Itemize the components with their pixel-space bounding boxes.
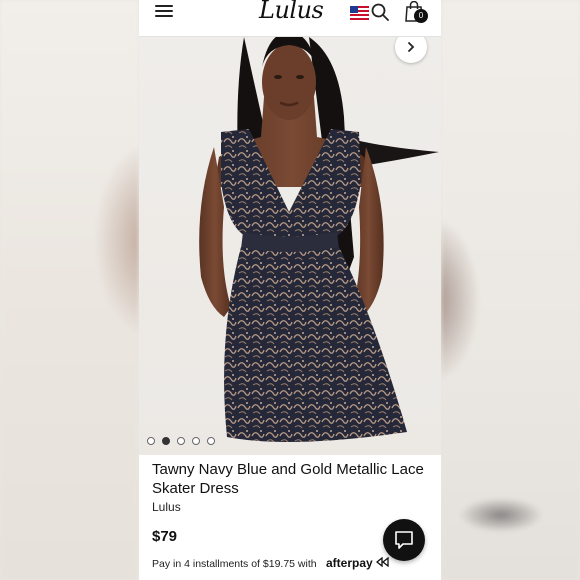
product-price: $79 — [152, 528, 178, 545]
chat-bubble-icon — [395, 531, 413, 549]
carousel-dot-active[interactable] — [162, 437, 170, 445]
search-icon[interactable] — [371, 3, 389, 21]
carousel-dot[interactable] — [192, 437, 200, 445]
top-navigation-bar: Lulus 0 — [139, 0, 441, 37]
product-brand[interactable]: Lulus — [152, 500, 181, 514]
chevron-right-icon — [408, 42, 415, 52]
us-flag-icon[interactable] — [350, 6, 369, 20]
chat-button[interactable] — [383, 519, 425, 561]
background-right — [441, 0, 580, 580]
product-title: Tawny Navy Blue and Gold Metallic Lace S… — [152, 461, 424, 497]
next-image-button[interactable] — [395, 37, 427, 63]
afterpay-logo[interactable]: afterpay — [326, 556, 389, 570]
menu-icon[interactable] — [155, 4, 173, 18]
cart-count-badge[interactable]: 0 — [414, 9, 428, 23]
installments-text: Pay in 4 installments of $19.75 with — [152, 558, 317, 570]
carousel-dot[interactable] — [147, 437, 155, 445]
product-image[interactable] — [139, 37, 441, 455]
lulus-logo[interactable]: Lulus — [259, 0, 325, 24]
afterpay-label: afterpay — [326, 556, 373, 570]
product-page: Lulus 0 Tawny Navy Blue and Gold Metalli… — [139, 0, 441, 580]
background-left — [0, 0, 139, 580]
carousel-dot[interactable] — [177, 437, 185, 445]
model-photo — [199, 37, 439, 442]
carousel-dot[interactable] — [207, 437, 215, 445]
